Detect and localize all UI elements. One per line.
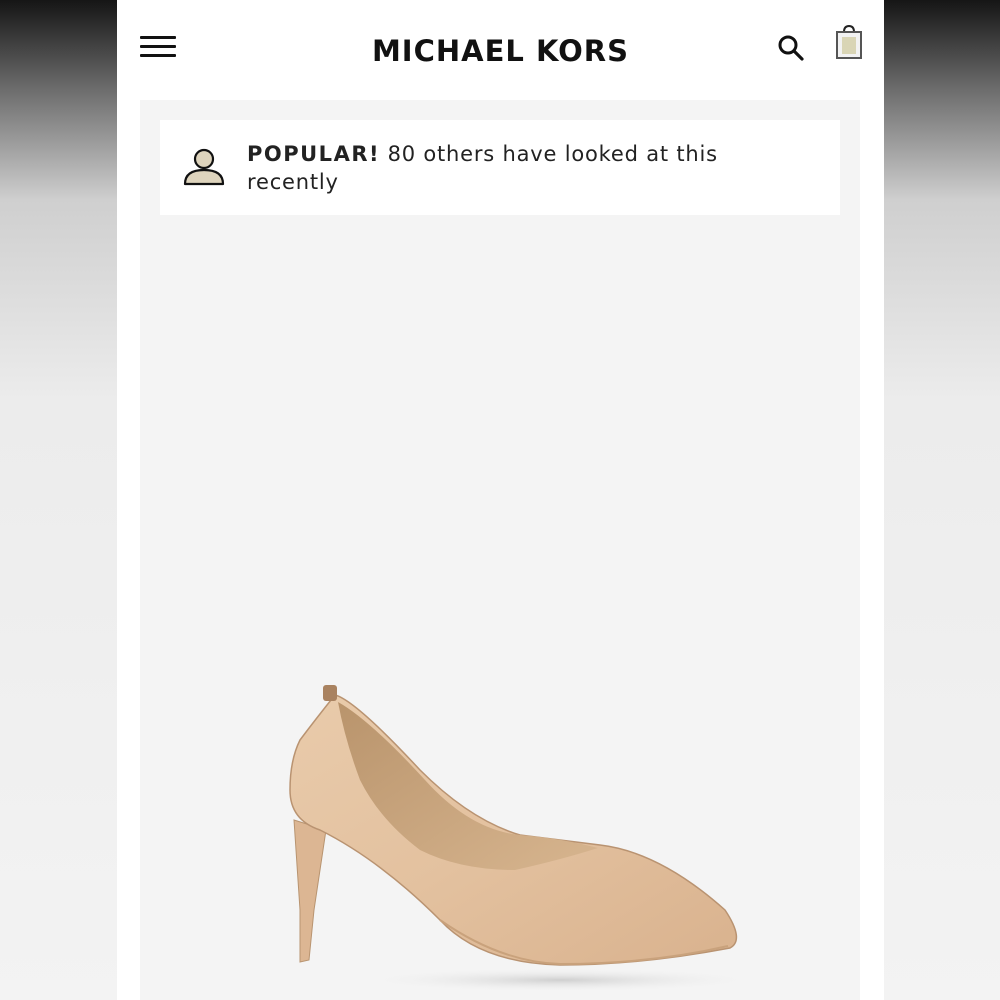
left-blurred-border	[0, 0, 117, 1000]
right-blurred-border	[884, 0, 1000, 1000]
popular-banner: POPULAR! 80 others have looked at this r…	[160, 120, 840, 215]
shopping-bag-icon[interactable]	[834, 24, 864, 60]
popular-label: POPULAR!	[247, 142, 381, 166]
site-header: MICHAEL KORS	[117, 0, 884, 100]
popular-message: POPULAR! 80 others have looked at this r…	[247, 140, 807, 196]
product-image-area: POPULAR! 80 others have looked at this r…	[140, 100, 860, 1000]
nude-leather-pump-image[interactable]	[260, 680, 740, 1000]
search-icon[interactable]	[777, 34, 805, 62]
phone-screen: MICHAEL KORS POPULAR! 80 others have loo…	[117, 0, 884, 1000]
brand-logo[interactable]: MICHAEL KORS	[117, 34, 884, 68]
person-icon	[183, 148, 225, 186]
